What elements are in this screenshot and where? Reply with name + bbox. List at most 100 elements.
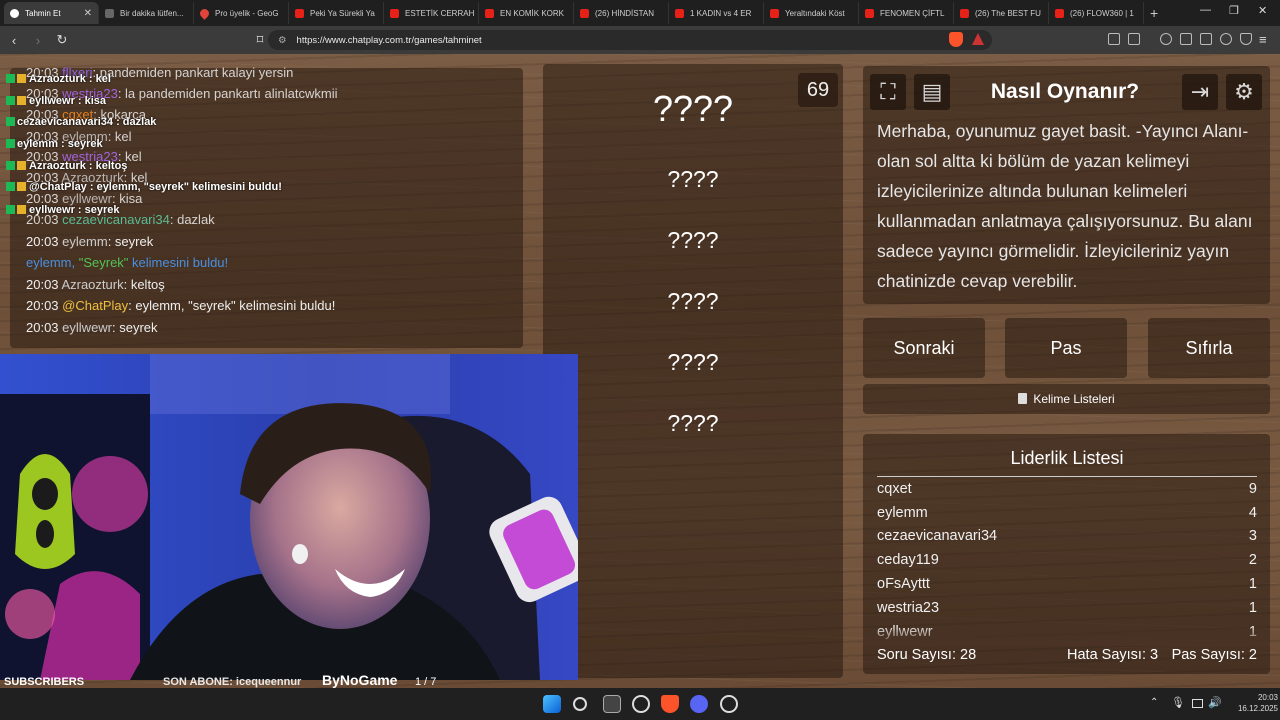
start-icon[interactable] xyxy=(543,695,561,713)
leo-ai-icon[interactable] xyxy=(1220,33,1232,45)
steam-icon[interactable] xyxy=(720,695,738,713)
browser-tab[interactable]: EN KOMİK KORK xyxy=(479,2,574,24)
discord-icon[interactable] xyxy=(690,695,708,713)
network-icon[interactable] xyxy=(1192,699,1203,708)
close-tab-icon[interactable]: ✕ xyxy=(84,8,92,19)
tray-chevron-icon[interactable]: ⌃ xyxy=(1150,697,1158,708)
youtube-icon xyxy=(865,8,874,18)
player-score: 3 xyxy=(1248,528,1257,544)
close-window-icon[interactable]: ✕ xyxy=(1258,4,1267,17)
vpn-icon[interactable] xyxy=(1240,33,1252,45)
task-view-icon[interactable] xyxy=(603,695,621,713)
brave-rewards-icon[interactable] xyxy=(972,33,984,45)
error-count: Hata Sayısı: 3 xyxy=(1067,647,1159,663)
brave-shields-icon[interactable] xyxy=(949,32,963,47)
mod-badge-icon xyxy=(6,182,15,191)
youtube-icon xyxy=(390,8,399,18)
sub-badge-icon xyxy=(17,161,26,170)
search-icon[interactable] xyxy=(573,697,587,711)
wallet-icon[interactable] xyxy=(1200,33,1212,45)
volume-icon[interactable]: 🔊 xyxy=(1208,696,1222,709)
tab-label: (26) FLOW360 | 1 xyxy=(1070,8,1134,18)
tab-label: Bir dakika lütfen... xyxy=(120,8,184,18)
site-settings-icon[interactable]: ⚙ xyxy=(278,35,287,46)
player-score: 1 xyxy=(1248,576,1257,592)
browser-tab[interactable]: Pro üyelik - GeoG xyxy=(194,2,289,24)
menu-icon[interactable]: ≡ xyxy=(1259,32,1267,47)
browser-tab[interactable]: 1 KADIN vs 4 ER xyxy=(669,2,764,24)
overlay-message: eyllwewr : seyrek xyxy=(6,204,120,216)
pass-button[interactable]: Pas xyxy=(1005,318,1127,378)
mod-badge-icon xyxy=(6,161,15,170)
chatplay-icon xyxy=(10,8,19,18)
chat-text: kisa xyxy=(119,191,143,206)
next-button[interactable]: Sonraki xyxy=(863,318,985,378)
tab-label: Yeraltındaki Köst xyxy=(785,8,845,18)
mod-badge-icon xyxy=(6,139,15,148)
tab-label: 1 KADIN vs 4 ER xyxy=(690,8,752,18)
browser-tab[interactable]: (26) FLOW360 | 1 xyxy=(1049,2,1144,24)
last-subscriber: SON ABONE: icequeennur xyxy=(163,676,302,688)
question-count: Soru Sayısı: 28 xyxy=(877,647,977,663)
media-icon[interactable] xyxy=(1160,33,1172,45)
minimize-icon[interactable]: — xyxy=(1200,4,1211,16)
word-lists-button[interactable]: Kelime Listeleri xyxy=(863,384,1270,414)
settings-gear-icon[interactable]: ⚙ xyxy=(1226,74,1262,110)
sub-badge-icon xyxy=(17,74,26,83)
mic-icon[interactable]: 🎙 xyxy=(1171,696,1185,709)
chat-time: 20:03 xyxy=(26,234,59,249)
chat-text: kelimesini buldu! xyxy=(128,255,229,270)
reset-button[interactable]: Sıfırla xyxy=(1148,318,1270,378)
new-tab-button[interactable]: + xyxy=(1150,5,1158,21)
extensions-icon[interactable] xyxy=(1108,33,1120,45)
forward-icon[interactable]: › xyxy=(28,33,48,48)
browser-tab[interactable]: Peki Ya Sürekli Ya xyxy=(289,2,384,24)
screenshot-icon[interactable] xyxy=(1128,33,1140,45)
player-score: 4 xyxy=(1248,505,1257,521)
browser-tab[interactable]: (26) HİNDİSTAN xyxy=(574,2,669,24)
exit-icon[interactable]: ⇥ xyxy=(1182,74,1218,110)
how-to-play-text: Merhaba, oyunumuz gayet basit. -Yayıncı … xyxy=(877,121,1253,291)
browser-tab[interactable]: (26) The BEST FU xyxy=(954,2,1049,24)
chat-message: 20:03 Azraozturk: keltoş xyxy=(26,277,165,292)
overlay-message: @ChatPlay : eylemm, "seyrek" kelimesini … xyxy=(6,181,282,193)
browser-tab[interactable]: Tahmin Et ✕ xyxy=(4,2,99,24)
mod-badge-icon xyxy=(6,96,15,105)
overlay-text: Azraozturk : keltoş xyxy=(29,160,128,172)
browser-tab[interactable]: FENOMEN ÇİFTL xyxy=(859,2,954,24)
chat-text: keltoş xyxy=(130,277,165,292)
overlay-text: cezaevicanavari34 : dazlak xyxy=(17,116,157,128)
sidebar-icon[interactable] xyxy=(1180,33,1192,45)
tab-label: (26) The BEST FU xyxy=(975,8,1041,18)
overlay-text: eylemm : seyrek xyxy=(17,138,103,150)
youtube-icon xyxy=(960,8,969,18)
brave-taskbar-icon[interactable] xyxy=(661,695,679,713)
browser-tab[interactable]: Yeraltındaki Köst xyxy=(764,2,859,24)
chat-text: seyrek xyxy=(114,234,154,249)
system-clock[interactable]: 20:03 16.12.2025 xyxy=(1236,692,1278,714)
taskbar: ⌃ 🎙 🔊 xyxy=(0,688,1280,720)
chat-username: Azraozturk xyxy=(61,277,124,292)
overlay-text: eyllwewr : seyrek xyxy=(29,204,120,216)
browser-tab[interactable]: ESTETİK CERRAH xyxy=(384,2,479,24)
restore-icon[interactable]: ❐ xyxy=(1229,4,1239,17)
url-field[interactable]: ⚙ https://www.chatplay.com.tr/games/tahm… xyxy=(268,30,992,50)
chat-message: 20:03 eyllwewr: seyrek xyxy=(26,320,158,335)
ticker-page: 1 / 7 xyxy=(415,676,437,688)
chat-text: dazlak xyxy=(177,212,215,227)
chatgpt-icon[interactable] xyxy=(632,695,650,713)
leaderboard-row: cezaevicanavari34 3 xyxy=(877,528,1257,550)
fullscreen-icon[interactable]: ⛶ xyxy=(870,74,906,110)
notes-icon[interactable]: ▤ xyxy=(914,74,950,110)
sub-badge-icon xyxy=(17,182,26,191)
leaderboard-row: westria23 1 xyxy=(877,600,1257,622)
mod-badge-icon xyxy=(6,74,15,83)
browser-tab[interactable]: Bir dakika lütfen... xyxy=(99,2,194,24)
address-bar: ‹ › ↻ ⌑ ⚙ https://www.chatplay.com.tr/ga… xyxy=(0,26,1280,54)
reload-icon[interactable]: ↻ xyxy=(52,32,72,48)
leaderboard-row: cqxet 9 xyxy=(877,481,1257,503)
bookmark-icon[interactable]: ⌑ xyxy=(250,32,270,48)
forbidden-word: ???? xyxy=(667,410,719,436)
back-icon[interactable]: ‹ xyxy=(4,33,24,48)
map-pin-icon xyxy=(198,6,211,20)
